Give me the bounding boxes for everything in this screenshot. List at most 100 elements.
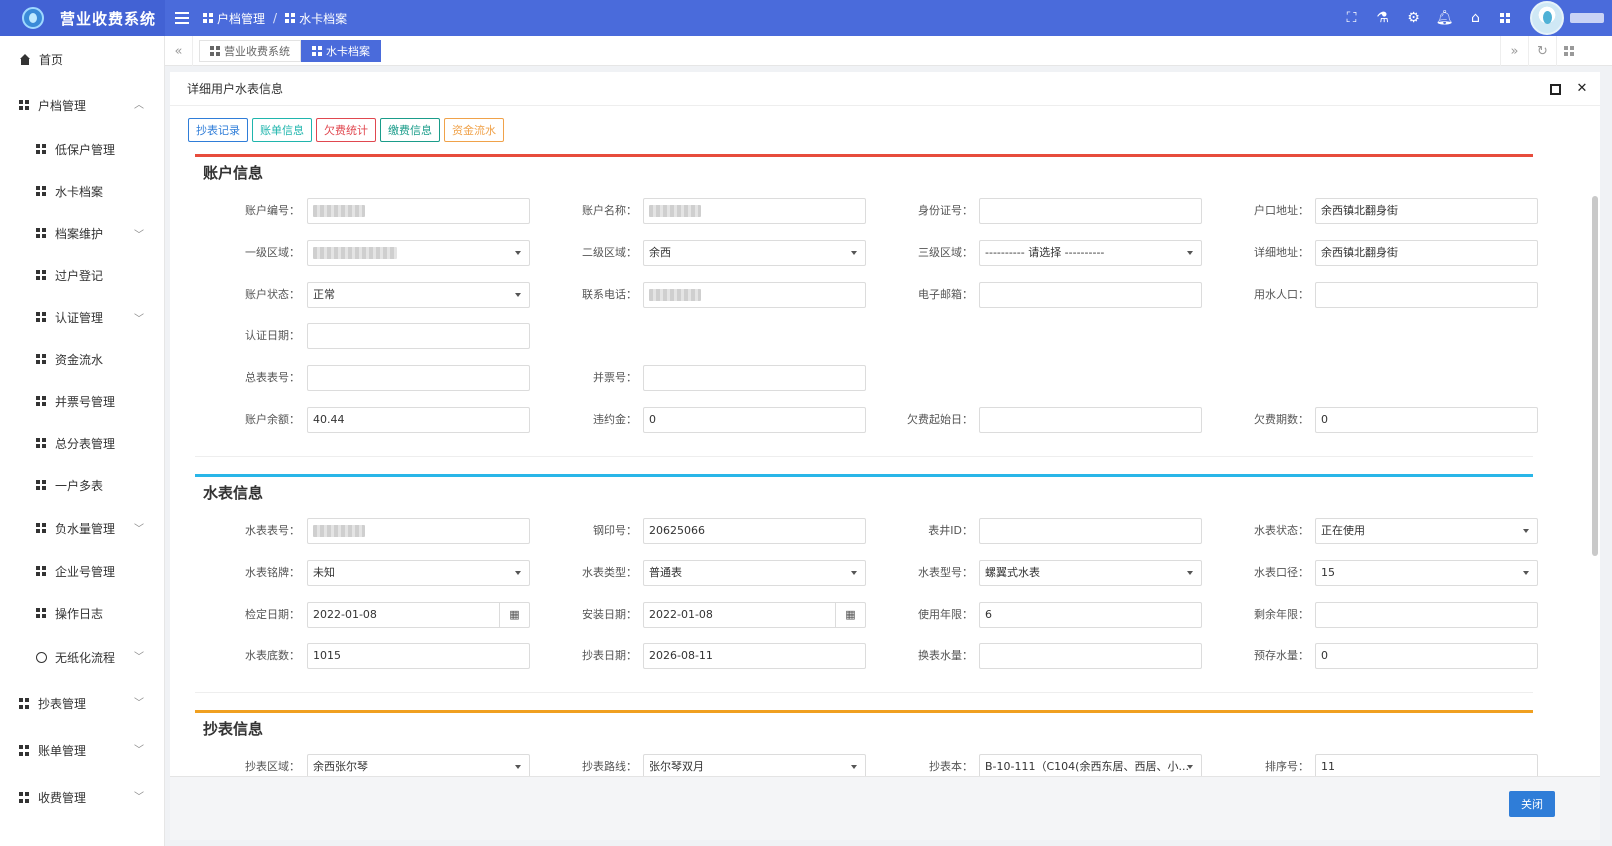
breadcrumb-item-1[interactable]: 户档管理	[217, 10, 265, 27]
sidebar-item-operation-log[interactable]: 操作日志	[0, 592, 164, 634]
settings-icon[interactable]: ⚙	[1398, 0, 1429, 36]
avatar[interactable]	[1530, 1, 1564, 35]
fullscreen-icon[interactable]: ⛶	[1336, 0, 1367, 36]
meter-section-title: 水表信息	[203, 484, 264, 502]
bill-info-button[interactable]: 账单信息	[252, 118, 312, 142]
input-field[interactable]	[643, 198, 866, 224]
bell-icon[interactable]: 🔔︎	[1429, 0, 1460, 36]
tabs-scroll-right-icon[interactable]: »	[1500, 36, 1528, 66]
app-logo[interactable]: 营业收费系统	[0, 0, 165, 36]
field-label: 三级区域：	[918, 245, 973, 259]
input-field[interactable]: 2026-08-11	[643, 643, 866, 670]
select-field[interactable]: 正在使用	[1315, 518, 1538, 544]
input-field[interactable]: 余西镇北翻身街	[1315, 198, 1538, 224]
input-field[interactable]: 0	[1315, 643, 1538, 670]
sidebar-item-billing[interactable]: 账单管理 ﹀	[0, 727, 164, 774]
close-button[interactable]: 关闭	[1509, 791, 1555, 817]
input-field[interactable]	[979, 198, 1202, 224]
date-field[interactable]: 2022-01-08 ▦	[643, 601, 866, 628]
sidebar-item-merged-ticket[interactable]: 并票号管理	[0, 380, 164, 422]
input-field[interactable]	[307, 365, 530, 392]
input-field[interactable]	[979, 518, 1202, 544]
menu-toggle-icon[interactable]	[175, 12, 189, 24]
input-field[interactable]	[307, 198, 530, 224]
field-label: 水表状态：	[1254, 524, 1309, 537]
input-field[interactable]	[307, 518, 530, 544]
input-field[interactable]	[643, 365, 866, 392]
payment-info-button[interactable]: 缴费信息	[380, 118, 440, 142]
home-outline-icon[interactable]: ⌂	[1460, 0, 1491, 36]
input-field[interactable]	[979, 281, 1202, 308]
sidebar-item-label: 资金流水	[55, 352, 104, 367]
chevron-down-icon: ﹀	[134, 652, 144, 663]
tabs-scroll-left-icon[interactable]: «	[165, 36, 193, 66]
sidebar-item-master-sub-meter[interactable]: 总分表管理	[0, 422, 164, 464]
date-field[interactable]: 2022-01-08 ▦	[307, 601, 530, 628]
tab-home-system[interactable]: 营业收费系统	[199, 40, 301, 62]
sidebar-item-certification[interactable]: 认证管理 ﹀	[0, 296, 164, 338]
select-field[interactable]: 张尔琴双月	[643, 754, 866, 776]
select-field[interactable]: 普通表	[643, 559, 866, 586]
input-field[interactable]: 1015	[307, 643, 530, 670]
sidebar-item-enterprise[interactable]: 企业号管理	[0, 550, 164, 592]
sidebar-item-label: 档案维护	[55, 226, 104, 241]
fund-flow-button[interactable]: 资金流水	[444, 118, 504, 142]
field-value: 张尔琴双月	[649, 760, 704, 773]
input-field[interactable]: 11	[1315, 754, 1538, 776]
sidebar-item-meter-reading[interactable]: 抄表管理 ﹀	[0, 680, 164, 727]
select-field[interactable]: 未知	[307, 559, 530, 586]
clock-icon	[36, 651, 47, 663]
input-field[interactable]: 40.44	[307, 407, 530, 433]
sidebar-item-archive-maintenance[interactable]: 档案维护 ﹀	[0, 212, 164, 254]
calendar-icon[interactable]: ▦	[499, 602, 529, 627]
calendar-icon[interactable]: ▦	[835, 602, 865, 627]
input-field[interactable]	[307, 323, 530, 350]
sidebar-item-account-management[interactable]: 户档管理 ︿	[0, 82, 164, 128]
sidebar-item-charges[interactable]: 收费管理 ﹀	[0, 774, 164, 821]
app-title: 营业收费系统	[60, 9, 157, 28]
breadcrumb-item-2[interactable]: 水卡档案	[299, 10, 347, 27]
sidebar-item-transfer[interactable]: 过户登记	[0, 254, 164, 296]
field-label: 一级区域：	[245, 245, 300, 259]
arrears-stats-button[interactable]: 欠费统计	[316, 118, 376, 142]
form-scroll-area[interactable]: 账户信息 账户编号： 账户名称： 身份证号： 户口地址： 余西镇北翻身街 一级区域： 二级区…	[170, 152, 1600, 776]
sidebar-item-water-card[interactable]: 水卡档案	[0, 170, 164, 212]
field-label: 检定日期：	[245, 607, 300, 621]
grid-icon	[36, 185, 47, 197]
input-field[interactable]: 余西镇北翻身街	[1315, 239, 1538, 266]
restore-window-icon[interactable]	[1550, 81, 1566, 97]
sidebar-item-multi-meter[interactable]: 一户多表	[0, 464, 164, 506]
select-field[interactable]: B-10-111（C104(余西东居、西居、小...	[979, 754, 1202, 776]
input-field[interactable]	[1315, 601, 1538, 628]
input-field[interactable]: 0	[643, 407, 866, 433]
input-field[interactable]	[1315, 281, 1538, 308]
select-field[interactable]: 正常	[307, 281, 530, 308]
input-field[interactable]: 6	[979, 601, 1202, 628]
sidebar-item-paperless[interactable]: 无纸化流程 ﹀	[0, 634, 164, 680]
select-field[interactable]	[307, 239, 530, 266]
input-field[interactable]: 0	[1315, 407, 1538, 433]
input-field[interactable]	[643, 281, 866, 308]
clear-cache-icon[interactable]: ⚗	[1367, 0, 1398, 36]
tab-menu-icon[interactable]	[1556, 36, 1584, 66]
select-field[interactable]: 15	[1315, 559, 1538, 586]
select-field[interactable]: 余西张尔琴	[307, 754, 530, 776]
meter-reading-record-button[interactable]: 抄表记录	[188, 118, 248, 142]
input-field[interactable]: 20625066	[643, 518, 866, 544]
sidebar-item-low-income[interactable]: 低保户管理	[0, 128, 164, 170]
input-field[interactable]	[979, 643, 1202, 670]
apps-grid-icon[interactable]	[1491, 0, 1522, 36]
sidebar-item-negative-water[interactable]: 负水量管理 ﹀	[0, 506, 164, 550]
select-field[interactable]: 螺翼式水表	[979, 559, 1202, 586]
tab-water-card[interactable]: 水卡档案	[301, 40, 381, 62]
input-field[interactable]	[979, 407, 1202, 433]
close-icon[interactable]: ✕	[1574, 81, 1590, 97]
sidebar-item-home[interactable]: 首页	[0, 36, 164, 82]
select-field[interactable]: 余西	[643, 239, 866, 266]
vertical-scrollbar[interactable]	[1592, 196, 1598, 556]
refresh-icon[interactable]: ↻	[1528, 36, 1556, 66]
sidebar-item-fund-flow[interactable]: 资金流水	[0, 338, 164, 380]
select-field[interactable]: ---------- 请选择 ----------	[979, 239, 1202, 266]
username-redacted[interactable]	[1570, 13, 1604, 23]
field-label: 表井ID：	[928, 524, 973, 537]
